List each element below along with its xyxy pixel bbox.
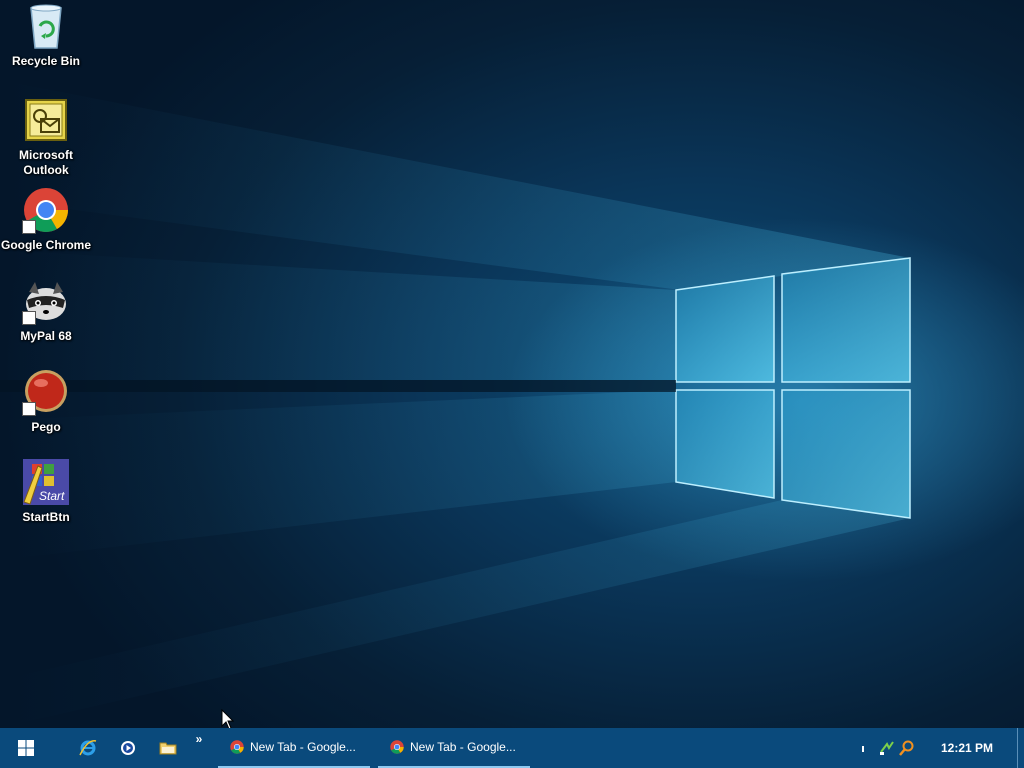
desktop-icon-label: MyPal 68 (20, 329, 72, 343)
startbtn-icon-text: Start (39, 489, 65, 503)
chrome-icon (390, 740, 404, 754)
tray-small-icon[interactable] (853, 738, 873, 758)
mouse-cursor-icon (221, 709, 235, 728)
recycle-bin-icon (22, 2, 70, 50)
chrome-icon (230, 740, 244, 754)
desktop-icon-pego[interactable]: Pego (0, 368, 92, 435)
taskbar-button-label: New Tab - Google... (410, 740, 516, 754)
desktop-icon-startbtn[interactable]: Start StartBtn (0, 458, 92, 525)
desktop-icon-label: Recycle Bin (11, 54, 81, 68)
desktop: Recycle Bin Microsoft Outlook Google Chr… (0, 0, 1024, 728)
windows-wallpaper (0, 80, 911, 728)
quicklaunch-media-player[interactable] (108, 728, 148, 768)
desktop-icon-label: Google Chrome (0, 238, 91, 252)
windows-logo-icon (18, 740, 34, 756)
desktop-icon-label: StartBtn (22, 510, 70, 524)
shortcut-arrow-icon (22, 402, 36, 416)
folder-icon (159, 742, 177, 755)
internet-explorer-icon (79, 740, 97, 756)
quicklaunch-internet-explorer[interactable] (68, 728, 108, 768)
quicklaunch-folder[interactable] (148, 728, 188, 768)
network-icon[interactable] (877, 738, 897, 758)
shortcut-arrow-icon (22, 311, 36, 325)
pego-red-ball-icon (22, 368, 70, 416)
desktop-icon-recycle-bin[interactable]: Recycle Bin (0, 2, 92, 69)
start-button[interactable] (0, 728, 52, 768)
startbtn-icon: Start (22, 458, 70, 506)
taskbar-button-chrome-1[interactable]: New Tab - Google... (218, 728, 370, 768)
desktop-icon-mypal-68[interactable]: MyPal 68 (0, 277, 92, 344)
media-player-icon (121, 741, 135, 755)
search-icon[interactable] (897, 738, 917, 758)
taskbar-button-label: New Tab - Google... (250, 740, 356, 754)
shortcut-arrow-icon (22, 220, 36, 234)
show-desktop-button[interactable] (1017, 728, 1024, 768)
system-tray: 12:21 PM (853, 728, 1024, 768)
desktop-icon-label: Microsoft Outlook (19, 148, 73, 177)
mypal-raccoon-icon (22, 277, 70, 325)
taskbar-clock[interactable]: 12:21 PM (929, 741, 1005, 755)
quicklaunch-overflow-chevron[interactable]: » (188, 728, 210, 768)
taskbar-button-chrome-2[interactable]: New Tab - Google... (378, 728, 530, 768)
desktop-icon-label: Pego (31, 420, 61, 434)
taskbar: » New Tab - Google... New Tab - Google..… (0, 728, 1024, 768)
chrome-icon (22, 186, 70, 234)
desktop-icon-google-chrome[interactable]: Google Chrome (0, 186, 92, 253)
outlook-icon (22, 96, 70, 144)
desktop-icon-microsoft-outlook[interactable]: Microsoft Outlook (0, 96, 92, 178)
